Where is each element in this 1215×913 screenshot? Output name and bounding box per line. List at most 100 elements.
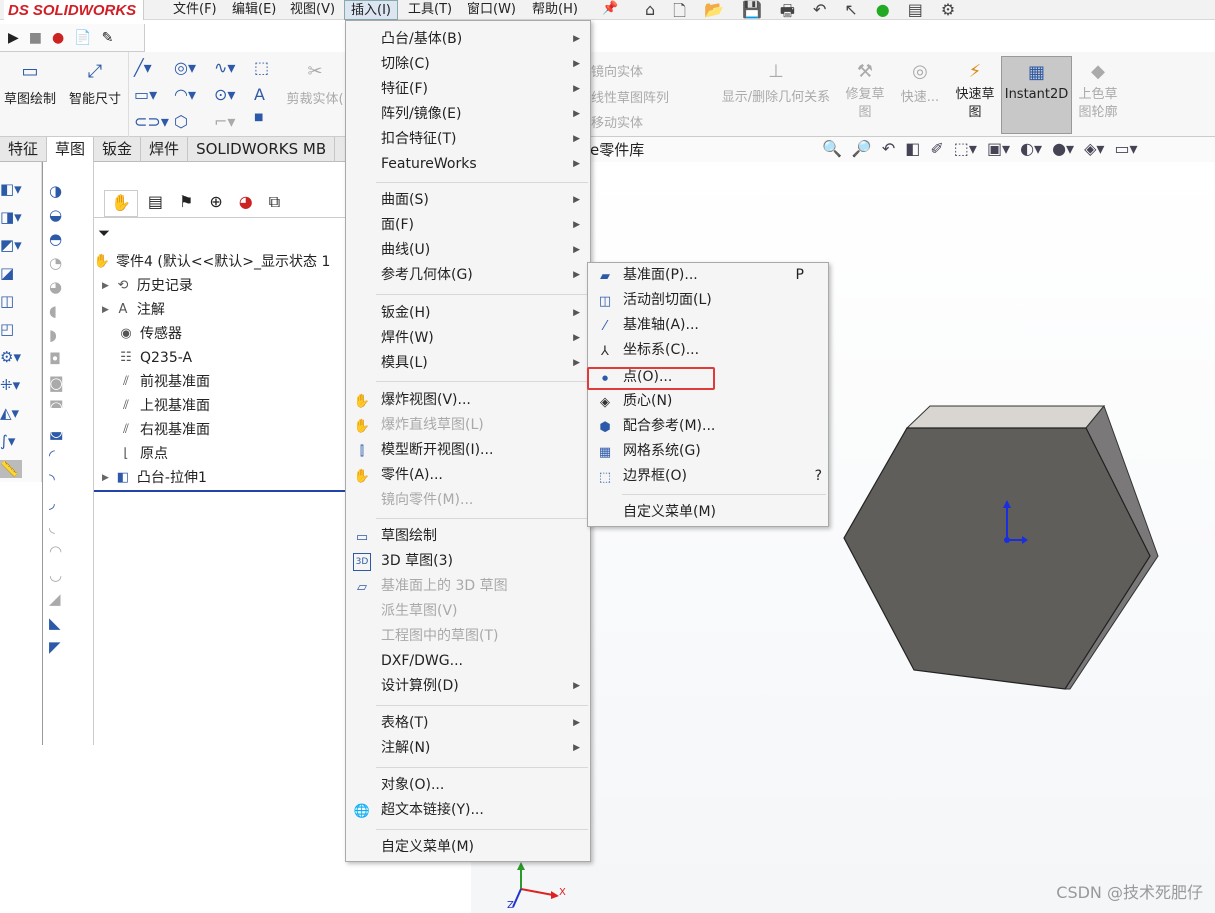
menu-item-hyperlink[interactable]: 🌐 超文本链接(Y)...: [346, 798, 590, 823]
menu-item-design-study[interactable]: 设计算例(D) ▶: [346, 674, 590, 699]
expand-arrow-icon[interactable]: ▶: [102, 466, 109, 490]
record-pause-icon[interactable]: ●: [52, 30, 64, 46]
menu-item-boss-base[interactable]: 凸台/基体(B) ▶: [346, 27, 590, 52]
fm-tool-5-icon[interactable]: ◕: [49, 278, 64, 296]
help-icon[interactable]: ?: [815, 464, 822, 489]
menu-item-fastening-feature[interactable]: 扣合特征(T) ▶: [346, 127, 590, 152]
fm-tool-7-icon[interactable]: ◗: [49, 326, 64, 344]
property-manager-tab-icon[interactable]: ▤: [142, 190, 169, 217]
tree-item[interactable]: ▶ ⟲ 历史记录: [102, 274, 193, 298]
tab-features[interactable]: 特征: [0, 137, 48, 162]
menu-item-face[interactable]: 面(F) ▶: [346, 213, 590, 238]
fm-tool-20-icon[interactable]: ◤: [49, 638, 64, 656]
menu-item-molds[interactable]: 模具(L) ▶: [346, 351, 590, 376]
fm-tool-6-icon[interactable]: ◖: [49, 302, 64, 320]
menu-insert[interactable]: 插入(I): [344, 0, 398, 20]
shaded-sketch-contours-button[interactable]: ◆ 上色草 图轮廓: [1074, 60, 1122, 122]
rollback-bar[interactable]: [94, 490, 346, 492]
file-properties-icon[interactable]: ▤: [908, 0, 923, 27]
boundary-tool-icon[interactable]: ◫: [0, 292, 22, 310]
menu-item-weldments[interactable]: 焊件(W) ▶: [346, 326, 590, 351]
submenu-item-axis[interactable]: ⁄ 基准轴(A)...: [588, 313, 828, 338]
display-manager-tab-icon[interactable]: ◕: [233, 190, 259, 217]
display-relations-button[interactable]: ⊥ 显示/删除几何关系: [714, 60, 838, 106]
submenu-item-center-of-mass[interactable]: ◈ 质心(N): [588, 389, 828, 414]
zoom-to-fit-icon[interactable]: 🔍: [822, 139, 842, 158]
repair-sketch-button[interactable]: ⚒ 修复草 图: [840, 60, 890, 122]
menu-item-explode-line-sketch[interactable]: ✋ 爆炸直线草图(L): [346, 413, 590, 438]
menu-item-surface[interactable]: 曲面(S) ▶: [346, 188, 590, 213]
menu-item-pattern-mirror[interactable]: 阵列/镜像(E) ▶: [346, 102, 590, 127]
configuration-manager-tab-icon[interactable]: ⚑: [173, 190, 199, 217]
menu-edit[interactable]: 编辑(E): [226, 0, 282, 20]
menu-item-reference-geometry[interactable]: 参考几何体(G) ▶: [346, 263, 590, 288]
edit-appearance-icon[interactable]: ●▾: [1052, 139, 1074, 158]
menu-item-tables[interactable]: 表格(T) ▶: [346, 711, 590, 736]
menu-item-dxf-dwg[interactable]: DXF/DWG...: [346, 649, 590, 674]
fm-tool-18-icon[interactable]: ◢: [49, 590, 64, 608]
menu-item-featureworks[interactable]: FeatureWorks ▶: [346, 152, 590, 177]
menu-item-derived-sketch[interactable]: 派生草图(V): [346, 599, 590, 624]
point-icon[interactable]: ■: [254, 112, 284, 131]
menu-item-object[interactable]: 对象(O)...: [346, 773, 590, 798]
menu-item-model-break-view[interactable]: ⫿ 模型断开视图(I)...: [346, 438, 590, 463]
mirror-entities-button[interactable]: 镜向实体: [591, 61, 643, 80]
open-icon[interactable]: 📂: [704, 0, 724, 27]
new-macro-icon[interactable]: 📄: [74, 30, 91, 46]
tree-item[interactable]: ⌊ 原点: [118, 442, 168, 466]
edit-macro-icon[interactable]: ✎: [102, 30, 114, 46]
fm-tool-8-icon[interactable]: ◘: [49, 350, 64, 368]
fm-tool-17-icon[interactable]: ◡: [49, 566, 64, 584]
fm-tool-1-icon[interactable]: ◑: [49, 182, 64, 200]
submenu-item-mate-reference[interactable]: ⬢ 配合参考(M)...: [588, 414, 828, 439]
play-icon[interactable]: ▶: [8, 30, 19, 46]
view-orientation-icon[interactable]: ⬚▾: [954, 139, 977, 158]
display-style-icon[interactable]: ▣▾: [987, 139, 1010, 158]
solidworks-logo[interactable]: DS SOLIDWORKS: [4, 0, 144, 20]
fm-tool-15-icon[interactable]: ◟: [49, 518, 64, 536]
menu-help[interactable]: 帮助(H): [526, 0, 584, 20]
menu-item-sketch-from-drawing[interactable]: 工程图中的草图(T): [346, 624, 590, 649]
rib-tool-icon[interactable]: ⁜▾: [0, 376, 22, 394]
shell-tool-icon[interactable]: ◭▾: [0, 404, 22, 422]
fm-tool-14-icon[interactable]: ◞: [49, 494, 64, 512]
pin-icon[interactable]: 📌: [602, 1, 618, 16]
submenu-item-grid-system[interactable]: ▦ 网格系统(G): [588, 439, 828, 464]
menu-item-3d-sketch[interactable]: 3D 3D 草图(3): [346, 549, 590, 574]
filter-icon[interactable]: ⏷: [98, 224, 110, 242]
menu-view[interactable]: 视图(V): [284, 0, 341, 20]
menu-window[interactable]: 窗口(W): [461, 0, 522, 20]
fm-tool-12-icon[interactable]: ◜: [49, 446, 64, 464]
fillet-icon[interactable]: ⌐▾: [214, 112, 254, 131]
view-settings-icon[interactable]: ▭▾: [1114, 139, 1137, 158]
menu-item-exploded-view[interactable]: ✋ 爆炸视图(V)...: [346, 388, 590, 413]
fm-tool-19-icon[interactable]: ◣: [49, 614, 64, 632]
menu-item-features[interactable]: 特征(F) ▶: [346, 77, 590, 102]
new-document-icon[interactable]: 🗋: [673, 0, 686, 27]
options-gear-icon[interactable]: ⚙: [941, 0, 955, 27]
rectangle-icon[interactable]: ▭▾: [134, 85, 174, 104]
fm-tool-10-icon[interactable]: ◚: [49, 398, 64, 416]
menu-item-sketch[interactable]: ▭ 草图绘制: [346, 524, 590, 549]
trim-entities-button[interactable]: ✂ 剪裁实体(: [284, 60, 346, 108]
tree-item[interactable]: ◉ 传感器: [118, 322, 182, 346]
submenu-item-live-section-plane[interactable]: ◫ 活动剖切面(L): [588, 288, 828, 313]
sweep-tool-icon[interactable]: ◩▾: [0, 236, 22, 254]
tree-root[interactable]: ✋ 零件4 (默认<<默认>_显示状态 1: [94, 250, 330, 274]
tree-item[interactable]: ⫽ 前视基准面: [118, 370, 210, 394]
dynamic-annotation-icon[interactable]: ✐: [930, 139, 943, 158]
menu-item-annotations[interactable]: 注解(N) ▶: [346, 736, 590, 761]
submenu-item-coordinate-system[interactable]: ⅄ 坐标系(C)...: [588, 338, 828, 363]
linear-pattern-button[interactable]: 线性草图阵列: [591, 87, 669, 106]
slot-icon[interactable]: ⊂⊃▾: [134, 112, 174, 131]
pattern-tool-icon[interactable]: ⚙▾: [0, 348, 22, 366]
submenu-item-customize-menu[interactable]: 自定义菜单(M): [588, 500, 828, 525]
expand-arrow-icon[interactable]: ▶: [102, 274, 109, 298]
tree-item[interactable]: ⫽ 右视基准面: [118, 418, 210, 442]
traffic-light-icon[interactable]: ●: [876, 0, 890, 27]
sketch-button[interactable]: ▭ 草图绘制: [0, 60, 60, 108]
instant2d-button[interactable]: ▦ Instant2D: [1001, 56, 1072, 134]
ellipse-icon[interactable]: ⊙▾: [214, 85, 254, 104]
polygon-icon[interactable]: ⬡: [174, 112, 214, 131]
select-icon[interactable]: ↖: [844, 0, 857, 27]
